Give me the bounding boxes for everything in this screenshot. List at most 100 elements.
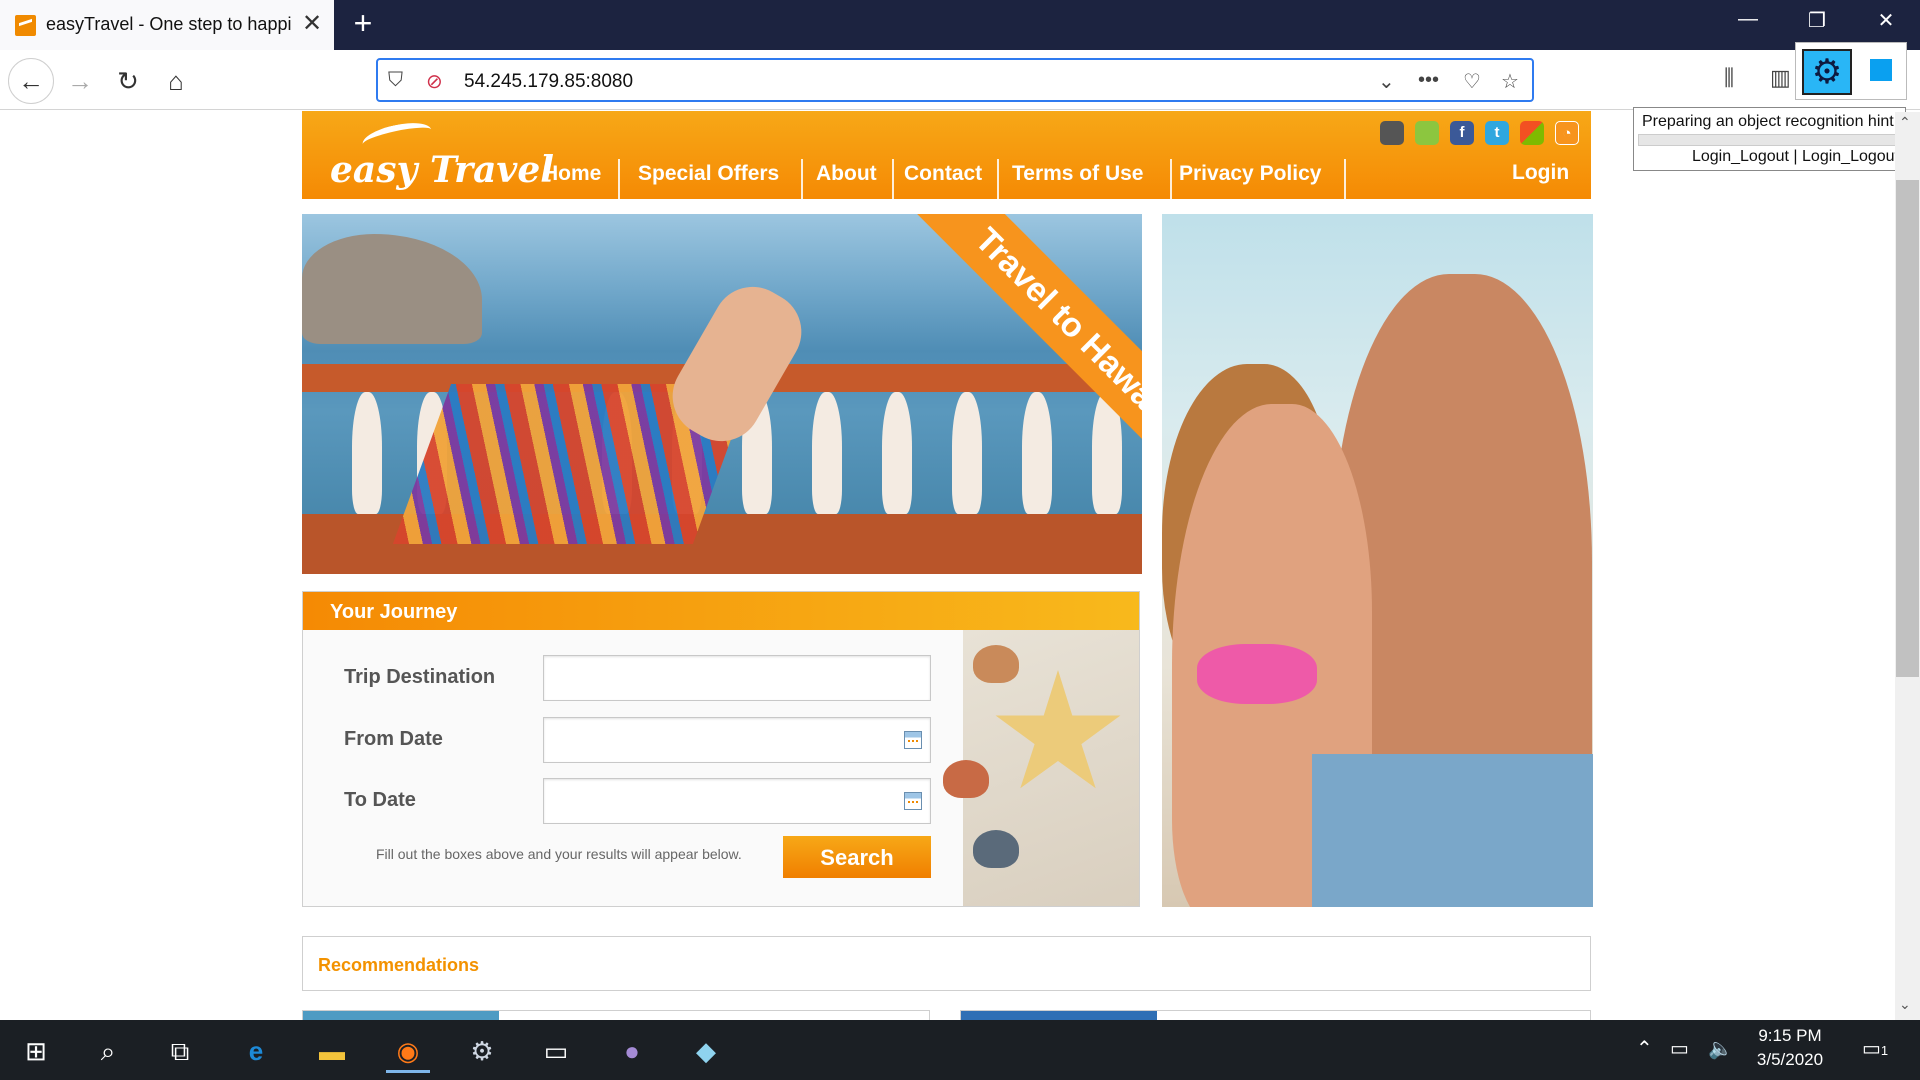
network-icon[interactable]: ▭ — [1670, 1036, 1689, 1061]
clock-date: 3/5/2020 — [1756, 1050, 1824, 1069]
calendar-icon[interactable] — [904, 731, 922, 749]
recognition-gear-icon[interactable]: ⚙ — [1802, 49, 1852, 95]
windows-taskbar: ⊞ ⌕ ⧉ e ▬ ◉ ⚙ ▭ ● ◆ ⌃ ▭ 🔈 9:15 PM 3/5/20… — [0, 1020, 1920, 1080]
rss-icon[interactable]: ◔ — [1555, 121, 1579, 145]
twitter-icon[interactable]: t — [1485, 121, 1509, 145]
start-icon[interactable]: ⊞ — [14, 1029, 58, 1073]
search-button[interactable]: Search — [783, 836, 931, 878]
recommendations-panel: Recommendations — [302, 936, 1591, 991]
task-view-icon[interactable]: ⧉ — [158, 1029, 202, 1073]
browser-tab[interactable]: easyTravel - One step to happiness ✕ — [0, 0, 334, 50]
nav-contact[interactable]: Contact — [904, 162, 982, 186]
tray-chevron-icon[interactable]: ⌃ — [1636, 1036, 1653, 1061]
hero-banner[interactable]: Travel to Hawaii — [302, 214, 1142, 574]
nav-divider — [1170, 159, 1172, 199]
login-link[interactable]: Login — [1512, 161, 1569, 185]
pocket-icon[interactable]: ♡ — [1463, 69, 1481, 94]
nav-special-offers[interactable]: Special Offers — [638, 162, 779, 186]
baluster — [952, 392, 982, 514]
terminal-icon[interactable]: ▭ — [534, 1029, 578, 1073]
android-icon[interactable] — [1415, 121, 1439, 145]
minimize-button[interactable]: — — [1728, 8, 1768, 38]
notification-count: 1 — [1880, 1043, 1889, 1058]
recommendation-card[interactable] — [302, 1010, 930, 1021]
more-actions-icon[interactable]: ••• — [1418, 69, 1439, 92]
from-date-label: From Date — [344, 728, 443, 750]
volume-muted-icon[interactable]: 🔈 — [1708, 1036, 1733, 1061]
hint-title: Preparing an object recognition hint. — [1642, 113, 1899, 130]
nav-privacy-policy[interactable]: Privacy Policy — [1179, 162, 1321, 186]
chevron-down-icon[interactable]: ⌄ — [1378, 69, 1395, 94]
scrollbar-thumb[interactable] — [1896, 180, 1919, 677]
recognition-hint-popup: Preparing an object recognition hint. Lo… — [1633, 107, 1906, 171]
hint-progress-bar — [1638, 134, 1901, 146]
shield-icon[interactable]: ⛉ — [388, 69, 403, 92]
insecure-lock-icon[interactable]: ⊘ — [426, 69, 443, 94]
settings-icon[interactable]: ⚙ — [460, 1029, 504, 1073]
restore-button[interactable]: ❐ — [1797, 8, 1837, 38]
edge-icon[interactable]: e — [234, 1029, 278, 1073]
forward-button[interactable]: → — [58, 59, 102, 103]
close-window-button[interactable]: ✕ — [1866, 8, 1906, 38]
library-icon[interactable]: ⫼ — [1724, 65, 1734, 91]
tab-close-icon[interactable]: ✕ — [298, 9, 326, 39]
apple-icon[interactable] — [1380, 121, 1404, 145]
to-date-input[interactable] — [543, 778, 931, 824]
calendar-icon[interactable] — [904, 792, 922, 810]
trip-destination-input[interactable] — [543, 655, 931, 701]
journey-search-form: Your Journey Trip Destination From Date … — [302, 591, 1140, 907]
easytravel-favicon-icon — [15, 15, 36, 36]
github-icon[interactable]: ● — [610, 1029, 654, 1073]
from-date-input[interactable] — [543, 717, 931, 763]
recommendation-card[interactable] — [960, 1010, 1591, 1021]
home-button[interactable]: ⌂ — [154, 59, 198, 103]
photo-bikini — [1197, 644, 1317, 704]
tab-title: easyTravel - One step to happiness — [46, 14, 291, 34]
firefox-icon[interactable]: ◉ — [386, 1029, 430, 1073]
site-header: easy Travel Home Special Offers About Co… — [302, 111, 1591, 199]
journey-helper-text: Fill out the boxes above and your result… — [376, 846, 742, 862]
recommendations-title: Recommendations — [318, 955, 480, 975]
scroll-down-icon[interactable]: ⌄ — [1899, 996, 1911, 1013]
nav-home[interactable]: Home — [543, 162, 601, 186]
journey-header: Your Journey — [303, 592, 1139, 630]
facebook-icon[interactable]: f — [1450, 121, 1474, 145]
browser-tab-bar: easyTravel - One step to happiness ✕ + —… — [0, 0, 1920, 50]
recognition-stop-icon[interactable] — [1870, 59, 1892, 81]
address-bar[interactable]: ⛉ ⊘ 54.245.179.85:8080 ⌄ ••• ♡ ☆ — [376, 58, 1534, 102]
sidebar-icon[interactable]: ▥ — [1770, 65, 1791, 91]
notifications-icon[interactable]: ▭1 — [1862, 1036, 1888, 1061]
journey-title: Your Journey — [330, 601, 458, 623]
nav-about[interactable]: About — [816, 162, 877, 186]
hero-rocks — [302, 234, 482, 344]
taskbar-clock[interactable]: 9:15 PM 3/5/2020 — [1735, 1024, 1845, 1072]
browser-nav-bar: ← → ↻ ⌂ ⛉ ⊘ 54.245.179.85:8080 ⌄ ••• ♡ ☆… — [0, 50, 1920, 110]
nav-divider — [801, 159, 803, 199]
baluster — [812, 392, 842, 514]
promo-photo-couple[interactable] — [1162, 214, 1593, 907]
shell-art — [973, 645, 1019, 683]
nav-divider — [997, 159, 999, 199]
new-tab-button[interactable]: + — [346, 6, 380, 40]
shell-art — [943, 760, 989, 798]
trip-destination-label: Trip Destination — [344, 666, 496, 688]
app-icon[interactable]: ◆ — [684, 1029, 728, 1073]
back-button[interactable]: ← — [8, 58, 54, 104]
search-icon[interactable]: ⌕ — [86, 1029, 130, 1073]
file-explorer-icon[interactable]: ▬ — [310, 1029, 354, 1073]
nav-divider — [618, 159, 620, 199]
hint-text: Login_Logout | Login_Logout — [1691, 148, 1899, 165]
site-logo[interactable]: easy Travel — [330, 149, 554, 191]
bookmark-star-icon[interactable]: ☆ — [1501, 69, 1519, 94]
baluster — [1022, 392, 1052, 514]
url-text[interactable]: 54.245.179.85:8080 — [464, 71, 633, 93]
nav-terms-of-use[interactable]: Terms of Use — [1012, 162, 1144, 186]
baluster — [352, 392, 382, 514]
to-date-label: To Date — [344, 789, 416, 811]
scroll-up-icon[interactable]: ⌃ — [1899, 114, 1911, 131]
reload-button[interactable]: ↻ — [106, 59, 150, 103]
journey-shells-art — [943, 630, 1139, 906]
recognition-tool: ⚙ — [1795, 42, 1907, 100]
nav-divider — [892, 159, 894, 199]
windows-icon[interactable] — [1520, 121, 1544, 145]
